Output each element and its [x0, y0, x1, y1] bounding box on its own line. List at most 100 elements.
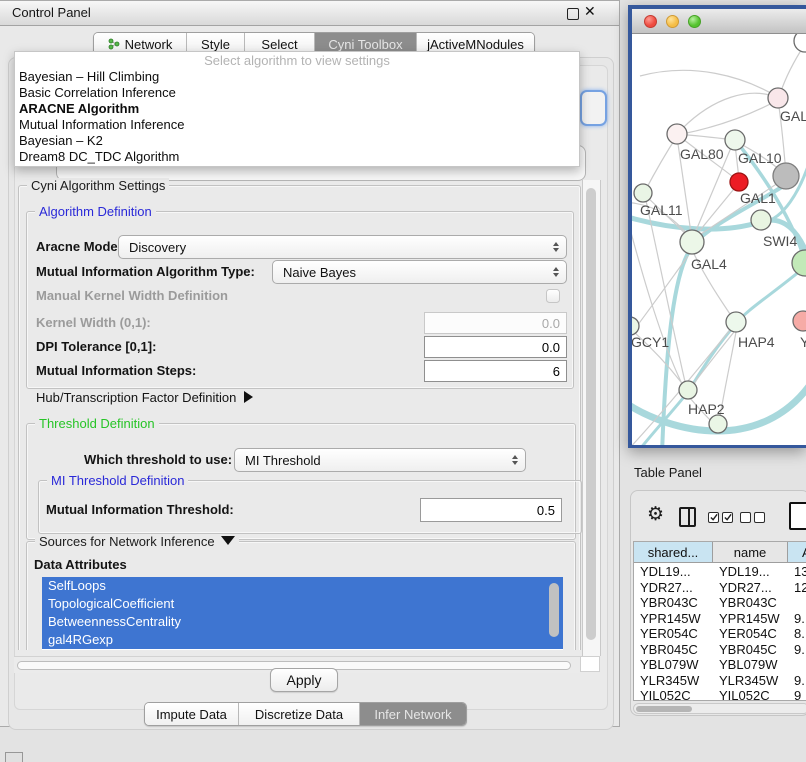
- close-icon[interactable]: ✕: [584, 3, 596, 20]
- table-row[interactable]: YLR345W YLR345W 9.: [634, 673, 806, 689]
- cell: YBL079W: [713, 657, 788, 673]
- kernel-width-field[interactable]: 0.0: [424, 312, 567, 334]
- algorithm-dropdown-placeholder: Select algorithm to view settings: [15, 52, 579, 69]
- network-node[interactable]: [792, 250, 806, 276]
- network-node-selected[interactable]: [730, 173, 748, 191]
- settings-vertical-scrollbar[interactable]: [582, 180, 601, 656]
- network-node[interactable]: [634, 184, 652, 202]
- network-node[interactable]: [679, 381, 697, 399]
- close-traffic-light[interactable]: [644, 15, 657, 28]
- tab-network-label: Network: [125, 37, 173, 52]
- node-label: GCY1: [632, 334, 669, 350]
- network-node[interactable]: [768, 88, 788, 108]
- cell: YIL052C: [713, 688, 788, 701]
- table-row[interactable]: YPR145W YPR145W 9.: [634, 611, 806, 627]
- table-row[interactable]: YBL079W YBL079W: [634, 657, 806, 673]
- new-table-icon[interactable]: [789, 502, 806, 530]
- cyni-algorithm-settings-title: Cyni Algorithm Settings: [27, 178, 169, 193]
- dpi-tolerance-label: DPI Tolerance [0,1]:: [36, 336, 156, 358]
- table-panel: ⚙ shared... name A YDL19... YDL19... 13 …: [630, 490, 806, 716]
- tab-infer-network-label: Infer Network: [374, 707, 451, 722]
- cell: YBL079W: [634, 657, 713, 673]
- settings-vscroll-thumb[interactable]: [586, 188, 596, 640]
- dpi-tolerance-field[interactable]: 0.0: [424, 336, 567, 358]
- list-scrollbar-thumb[interactable]: [549, 583, 559, 637]
- tab-impute-data-label: Impute Data: [156, 707, 227, 722]
- aracne-mode-combo[interactable]: Discovery: [118, 235, 567, 259]
- network-node[interactable]: [726, 312, 746, 332]
- network-canvas[interactable]: GAL GAL80 GAL10 GAL1 GAL11 SWI4 GAL4 GCY…: [632, 34, 806, 445]
- tab-impute-data[interactable]: Impute Data: [145, 703, 238, 725]
- tab-cyni-toolbox-label: Cyni Toolbox: [328, 37, 402, 52]
- network-node[interactable]: [632, 317, 639, 335]
- which-threshold-combo[interactable]: MI Threshold: [234, 448, 526, 472]
- network-node[interactable]: [709, 415, 727, 433]
- table-row[interactable]: YBR045C YBR045C 9.: [634, 642, 806, 658]
- list-item[interactable]: gal4RGexp: [42, 631, 563, 649]
- zoom-traffic-light[interactable]: [688, 15, 701, 28]
- algorithm-definition-title: Algorithm Definition: [35, 204, 156, 219]
- cell: YER054C: [634, 626, 713, 642]
- table-row[interactable]: YIL052C YIL052C 9: [634, 688, 806, 701]
- collapsed-panel-icon[interactable]: [5, 752, 23, 762]
- list-item[interactable]: SelfLoops: [42, 577, 563, 595]
- dropdown-item[interactable]: Bayesian – K2: [15, 133, 579, 149]
- network-node[interactable]: [793, 311, 806, 331]
- node-label: GAL11: [640, 202, 683, 218]
- dropdown-item[interactable]: Bayesian – Hill Climbing: [15, 69, 579, 85]
- mi-threshold-field[interactable]: 0.5: [420, 498, 562, 522]
- column-header-name[interactable]: name: [713, 542, 788, 563]
- network-node[interactable]: [794, 34, 806, 52]
- network-node[interactable]: [751, 210, 771, 230]
- unchecked-checkbox-icon[interactable]: [754, 512, 765, 523]
- checked-checkbox-icon[interactable]: [708, 512, 719, 523]
- network-node[interactable]: [667, 124, 687, 144]
- mi-steps-field[interactable]: 6: [424, 360, 567, 382]
- column-header-partial[interactable]: A: [788, 542, 806, 563]
- cell: 9.: [788, 673, 806, 689]
- dropdown-item[interactable]: ARACNE Algorithm: [15, 101, 579, 117]
- tab-infer-network[interactable]: Infer Network: [359, 703, 466, 725]
- node-label: GAL80: [680, 146, 724, 162]
- float-window-icon[interactable]: [567, 8, 579, 20]
- network-node[interactable]: [773, 163, 799, 189]
- cell: YBR043C: [634, 595, 713, 611]
- node-table: shared... name A YDL19... YDL19... 13 YD…: [633, 541, 806, 701]
- mi-algorithm-type-value: Naive Bayes: [283, 265, 356, 280]
- node-label: Y: [800, 334, 806, 350]
- dropdown-item[interactable]: Dream8 DC_TDC Algorithm: [15, 149, 579, 165]
- dropdown-item[interactable]: Basic Correlation Inference: [15, 85, 579, 101]
- focused-combo-fragment: [580, 90, 607, 126]
- hub-expander[interactable]: Hub/Transcription Factor Definition: [36, 388, 253, 408]
- apply-button[interactable]: Apply: [270, 668, 338, 692]
- gear-icon[interactable]: ⚙: [647, 505, 664, 524]
- minimize-traffic-light[interactable]: [666, 15, 679, 28]
- table-horizontal-scrollbar[interactable]: [633, 703, 806, 714]
- column-header-shared-name[interactable]: shared...: [634, 542, 713, 563]
- node-label: HAP4: [738, 334, 775, 350]
- expand-right-icon: [244, 391, 253, 403]
- table-row[interactable]: YER054C YER054C 8.: [634, 626, 806, 642]
- tab-discretize-data[interactable]: Discretize Data: [238, 703, 359, 725]
- checked-checkbox-icon[interactable]: [722, 512, 733, 523]
- columns-icon[interactable]: [679, 507, 696, 527]
- table-row[interactable]: YBR043C YBR043C: [634, 595, 806, 611]
- data-attributes-list: SelfLoops TopologicalCoefficient Between…: [42, 577, 563, 650]
- table-hscroll-thumb[interactable]: [636, 706, 692, 712]
- stepper-arrows-icon: [512, 455, 518, 465]
- dropdown-item[interactable]: Mutual Information Inference: [15, 117, 579, 133]
- control-panel-title: Control Panel: [12, 5, 91, 20]
- network-window-titlebar[interactable]: [632, 9, 806, 34]
- network-node[interactable]: [680, 230, 704, 254]
- list-item[interactable]: BetweennessCentrality: [42, 613, 563, 631]
- table-row[interactable]: YDL19... YDL19... 13: [634, 564, 806, 580]
- unchecked-checkbox-icon[interactable]: [740, 512, 751, 523]
- sources-group-title[interactable]: Sources for Network Inference: [35, 534, 239, 549]
- cell: YDL19...: [634, 564, 713, 580]
- network-node[interactable]: [725, 130, 745, 150]
- cell: YLR345W: [634, 673, 713, 689]
- list-item[interactable]: TopologicalCoefficient: [42, 595, 563, 613]
- mi-algorithm-type-combo[interactable]: Naive Bayes: [272, 260, 567, 284]
- table-row[interactable]: YDR27... YDR27... 12: [634, 580, 806, 596]
- manual-kernel-width-checkbox[interactable]: [546, 289, 560, 303]
